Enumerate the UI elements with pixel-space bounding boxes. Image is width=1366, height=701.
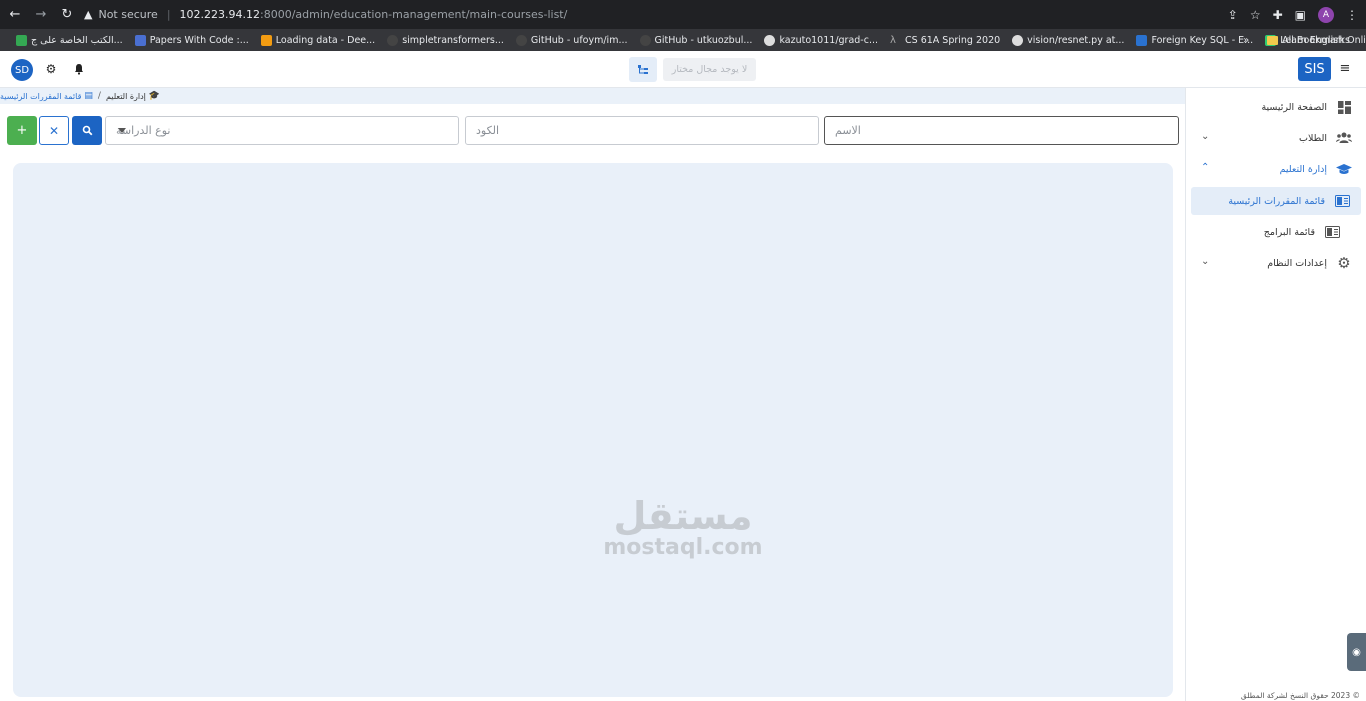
- bookmark-item[interactable]: الكتب الخاصة على ج...: [10, 34, 129, 46]
- graduation-cap-icon: 🎓: [148, 91, 161, 101]
- footer-copyright: © 2023 حقوق النسخ لشركة المطلق: [1240, 691, 1360, 700]
- main-content: 🎓 إدارة التعليم / ▤ قائمة المقررات الرئيسي…: [0, 88, 1185, 701]
- sidebar-item-programs[interactable]: قائمة البرامج: [1191, 218, 1361, 246]
- gear-icon: ⚙: [1337, 254, 1351, 272]
- users-icon: [1335, 132, 1353, 144]
- bookmark-item[interactable]: kazuto1011/grad-c...: [758, 34, 884, 46]
- app-root: SD ⚙ لا يوجد مجال مختار SIS ≡ 🎓 إدارة الت…: [0, 51, 1366, 701]
- github-icon: [1012, 34, 1024, 46]
- app-topbar: SD ⚙ لا يوجد مجال مختار SIS ≡: [0, 51, 1366, 88]
- bookmark-favicon-icon: [260, 34, 272, 46]
- caret-down-icon: [118, 128, 126, 133]
- breadcrumb: 🎓 إدارة التعليم / ▤ قائمة المقررات الرئيسي…: [0, 88, 1185, 104]
- sitemap-icon: [638, 64, 648, 74]
- breadcrumb-current: ▤ قائمة المقررات الرئيسية: [0, 91, 93, 101]
- graduation-cap-icon: [1335, 163, 1353, 175]
- folder-icon: [1267, 35, 1279, 45]
- sidebar-item-settings[interactable]: ⌄ إعدادات النظام ⚙: [1191, 249, 1361, 277]
- bookmark-item[interactable]: Foreign Key SQL - E...: [1130, 34, 1259, 46]
- book-icon: [1333, 195, 1351, 207]
- reload-icon[interactable]: ↻: [56, 4, 78, 26]
- breadcrumb-separator: /: [97, 91, 101, 101]
- bookmark-item[interactable]: GitHub - utkuozbul...: [634, 34, 759, 46]
- star-icon[interactable]: ☆: [1250, 8, 1261, 22]
- code-input[interactable]: الكود: [465, 116, 819, 145]
- clear-button[interactable]: ✕: [39, 116, 69, 145]
- sidebar-item-education[interactable]: ⌃ إدارة التعليم: [1191, 155, 1361, 183]
- bookmark-favicon-icon: [639, 34, 651, 46]
- dashboard-icon: [1335, 100, 1353, 114]
- courses-list-panel: [13, 163, 1173, 697]
- bookmark-item[interactable]: λ CS 61A Spring 2020: [884, 35, 1006, 46]
- watermark-arabic: مستقل: [613, 494, 753, 538]
- bookmark-item[interactable]: Loading data - Dee...: [255, 34, 381, 46]
- bookmark-favicon-icon: [1136, 34, 1148, 46]
- watermark-latin: mostaql.com: [603, 535, 763, 560]
- url-host: 102.223.94.12: [179, 8, 261, 21]
- more-menu-icon[interactable]: ⋮: [1346, 8, 1358, 22]
- book-icon: ▤: [84, 91, 93, 101]
- support-icon: ◉: [1352, 646, 1361, 658]
- study-type-select[interactable]: نوع الدراسة: [105, 116, 459, 145]
- bookmark-item[interactable]: vision/resnet.py at...: [1006, 34, 1130, 46]
- chevron-up-icon: ⌃: [1201, 162, 1210, 173]
- address-bar[interactable]: ▲ Not secure | 102.223.94.12:8000/admin/…: [84, 4, 567, 26]
- bookmark-item[interactable]: Papers With Code :...: [129, 34, 255, 46]
- add-button[interactable]: +: [7, 116, 37, 145]
- bookmarks-bar: الكتب الخاصة على ج... Papers With Code :…: [0, 29, 1366, 51]
- plus-icon: +: [16, 123, 28, 138]
- floating-help-tab[interactable]: ◉: [1347, 633, 1366, 671]
- bookmark-favicon-icon: [515, 34, 527, 46]
- forward-arrow-icon[interactable]: →: [30, 4, 52, 26]
- share-icon[interactable]: ⇪: [1228, 8, 1238, 22]
- bookmark-favicon-icon: [134, 34, 146, 46]
- sidebar-item-students[interactable]: ⌄ الطلاب: [1191, 124, 1361, 152]
- field-tree-button[interactable]: [629, 57, 657, 82]
- book-icon: [1323, 226, 1341, 238]
- bookmarks-overflow-icon[interactable]: »: [1243, 35, 1249, 46]
- bookmark-favicon-icon: [16, 34, 27, 46]
- url-path: :8000/admin/education-management/main-co…: [260, 8, 568, 21]
- github-icon: [764, 34, 776, 46]
- brand-logo[interactable]: SIS: [1298, 57, 1331, 81]
- gear-icon[interactable]: ⚙: [44, 62, 58, 76]
- chevron-down-icon: ⌄: [1201, 256, 1210, 267]
- bookmark-item[interactable]: GitHub - ufoym/im...: [510, 34, 634, 46]
- name-input[interactable]: الاسم: [824, 116, 1179, 145]
- sidebar-item-home[interactable]: الصفحة الرئيسية: [1191, 93, 1361, 121]
- warning-icon: ▲: [84, 8, 93, 21]
- chevron-down-icon: ⌄: [1201, 131, 1210, 142]
- sidebar-item-main-courses[interactable]: قائمة المقررات الرئيسية: [1191, 187, 1361, 215]
- bookmark-favicon-icon: [387, 34, 399, 46]
- browser-toolbar: ← → ↻ ▲ Not secure | 102.223.94.12:8000/…: [0, 0, 1366, 29]
- side-panel-icon[interactable]: ▣: [1295, 8, 1306, 22]
- breadcrumb-parent[interactable]: 🎓 إدارة التعليم: [106, 91, 160, 101]
- bell-icon[interactable]: [72, 62, 86, 76]
- watermark: مستقل mostaql.com: [588, 496, 778, 560]
- security-label: Not secure: [98, 8, 158, 21]
- back-arrow-icon[interactable]: ←: [4, 4, 26, 26]
- hamburger-menu-icon[interactable]: ≡: [1338, 61, 1352, 76]
- sidebar: الصفحة الرئيسية ⌄ الطلاب ⌃ إدارة التعليم…: [1185, 88, 1366, 701]
- search-icon: [82, 125, 92, 136]
- user-avatar[interactable]: SD: [11, 59, 33, 81]
- extensions-icon[interactable]: ✚: [1273, 8, 1283, 22]
- bookmark-item[interactable]: simpletransformers...: [381, 34, 510, 46]
- all-bookmarks-button[interactable]: All Bookmarks: [1261, 35, 1356, 46]
- address-separator: |: [166, 8, 171, 21]
- search-button[interactable]: [72, 116, 102, 145]
- lambda-icon: λ: [890, 34, 896, 46]
- profile-avatar[interactable]: A: [1318, 6, 1334, 23]
- close-icon: ✕: [48, 123, 60, 138]
- filters-row: + ✕ نوع الدراسة الكود الاسم: [0, 116, 1185, 146]
- field-select[interactable]: لا يوجد مجال مختار: [663, 58, 756, 81]
